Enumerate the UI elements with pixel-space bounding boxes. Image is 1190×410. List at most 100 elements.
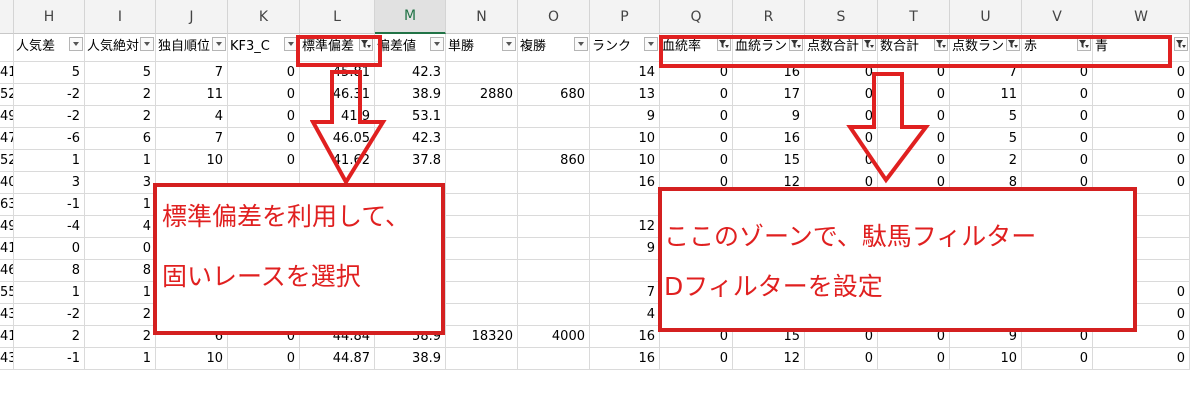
filter-dropdown-icon[interactable] — [430, 37, 444, 51]
table-cell[interactable]: 4 — [85, 216, 156, 238]
table-cell[interactable] — [446, 128, 518, 150]
table-cell[interactable]: 0 — [660, 84, 733, 106]
table-cell[interactable]: 13 — [590, 84, 660, 106]
table-cell[interactable] — [518, 348, 590, 370]
table-cell[interactable]: 52 — [0, 150, 14, 172]
table-cell[interactable] — [446, 62, 518, 84]
table-cell[interactable]: 6 — [85, 128, 156, 150]
column-letter-R[interactable]: R — [733, 0, 805, 34]
table-cell[interactable]: 49 — [0, 106, 14, 128]
table-cell[interactable]: 10 — [950, 348, 1022, 370]
table-cell[interactable]: 1 — [85, 282, 156, 304]
table-cell[interactable]: 10 — [156, 348, 228, 370]
table-cell[interactable]: 38.9 — [375, 348, 446, 370]
table-cell[interactable]: 3 — [14, 172, 85, 194]
filter-dropdown-icon[interactable] — [574, 37, 588, 51]
table-cell[interactable]: -4 — [14, 216, 85, 238]
column-letter-Q[interactable]: Q — [660, 0, 733, 34]
table-cell[interactable]: -2 — [14, 84, 85, 106]
column-letter-N[interactable]: N — [446, 0, 518, 34]
column-letter-K[interactable]: K — [228, 0, 300, 34]
table-cell[interactable]: 0 — [1022, 150, 1093, 172]
table-cell[interactable]: 16 — [733, 128, 805, 150]
table-cell[interactable]: 0 — [1022, 84, 1093, 106]
table-cell[interactable] — [518, 282, 590, 304]
table-cell[interactable]: 0 — [228, 348, 300, 370]
table-cell[interactable]: 0 — [228, 62, 300, 84]
table-cell[interactable] — [446, 282, 518, 304]
field-header-partial[interactable] — [0, 34, 14, 62]
table-cell[interactable] — [446, 150, 518, 172]
table-cell[interactable]: -6 — [14, 128, 85, 150]
table-cell[interactable]: 0 — [660, 150, 733, 172]
column-letter-I[interactable]: I — [85, 0, 156, 34]
table-cell[interactable]: 7 — [156, 128, 228, 150]
table-cell[interactable]: 9 — [590, 106, 660, 128]
filter-active-icon[interactable] — [1174, 37, 1188, 51]
table-cell[interactable]: 8 — [85, 260, 156, 282]
table-cell[interactable]: 1 — [14, 150, 85, 172]
table-cell[interactable]: 0 — [1093, 150, 1190, 172]
column-letter-V[interactable]: V — [1022, 0, 1093, 34]
table-cell[interactable]: -1 — [14, 348, 85, 370]
table-cell[interactable] — [590, 260, 660, 282]
column-letter-T[interactable]: T — [878, 0, 950, 34]
table-cell[interactable]: 0 — [228, 106, 300, 128]
table-cell[interactable]: 8 — [14, 260, 85, 282]
table-cell[interactable]: 2 — [85, 106, 156, 128]
table-cell[interactable] — [518, 216, 590, 238]
table-cell[interactable]: 11 — [950, 84, 1022, 106]
table-cell[interactable] — [446, 172, 518, 194]
table-cell[interactable]: 2 — [85, 326, 156, 348]
field-header-P[interactable]: ランク — [590, 34, 660, 62]
table-cell[interactable]: 0 — [1022, 128, 1093, 150]
table-cell[interactable]: 9 — [733, 106, 805, 128]
field-header-N[interactable]: 単勝 — [446, 34, 518, 62]
filter-dropdown-icon[interactable] — [212, 37, 226, 51]
table-cell[interactable] — [518, 172, 590, 194]
table-cell[interactable]: -1 — [14, 194, 85, 216]
table-cell[interactable]: 4 — [590, 304, 660, 326]
table-cell[interactable] — [518, 260, 590, 282]
table-cell[interactable]: 5 — [950, 128, 1022, 150]
table-cell[interactable]: 2 — [85, 304, 156, 326]
column-letter-S[interactable]: S — [805, 0, 878, 34]
table-cell[interactable]: 41 — [0, 326, 14, 348]
table-cell[interactable]: 0 — [660, 128, 733, 150]
table-cell[interactable] — [518, 62, 590, 84]
field-header-H[interactable]: 人気差 — [14, 34, 85, 62]
table-cell[interactable]: 0 — [14, 238, 85, 260]
table-cell[interactable]: 16 — [590, 348, 660, 370]
column-letter-O[interactable]: O — [518, 0, 590, 34]
table-cell[interactable]: 3 — [85, 172, 156, 194]
table-cell[interactable]: 1 — [85, 150, 156, 172]
table-cell[interactable] — [446, 348, 518, 370]
table-cell[interactable] — [518, 238, 590, 260]
table-cell[interactable]: 7 — [590, 282, 660, 304]
table-cell[interactable]: 0 — [228, 84, 300, 106]
field-header-M[interactable]: 偏差値 — [375, 34, 446, 62]
table-cell[interactable] — [446, 194, 518, 216]
table-cell[interactable]: 46 — [0, 260, 14, 282]
filter-dropdown-icon[interactable] — [140, 37, 154, 51]
table-cell[interactable]: 0 — [660, 348, 733, 370]
table-cell[interactable]: 44.87 — [300, 348, 375, 370]
table-cell[interactable]: 55 — [0, 282, 14, 304]
table-cell[interactable]: 2880 — [446, 84, 518, 106]
table-cell[interactable] — [446, 106, 518, 128]
table-cell[interactable]: 41 — [0, 238, 14, 260]
table-cell[interactable]: 0 — [228, 150, 300, 172]
table-cell[interactable]: 0 — [1093, 106, 1190, 128]
table-cell[interactable]: 7 — [156, 62, 228, 84]
table-cell[interactable] — [446, 260, 518, 282]
column-letter-W[interactable]: W — [1093, 0, 1190, 34]
table-cell[interactable]: 0 — [878, 348, 950, 370]
table-cell[interactable] — [518, 194, 590, 216]
table-cell[interactable]: 860 — [518, 150, 590, 172]
table-cell[interactable]: 0 — [660, 106, 733, 128]
table-cell[interactable]: 2 — [14, 326, 85, 348]
table-cell[interactable]: 0 — [805, 348, 878, 370]
table-cell[interactable]: 40 — [0, 172, 14, 194]
table-cell[interactable]: 10 — [156, 150, 228, 172]
field-header-I[interactable]: 人気絶対 — [85, 34, 156, 62]
